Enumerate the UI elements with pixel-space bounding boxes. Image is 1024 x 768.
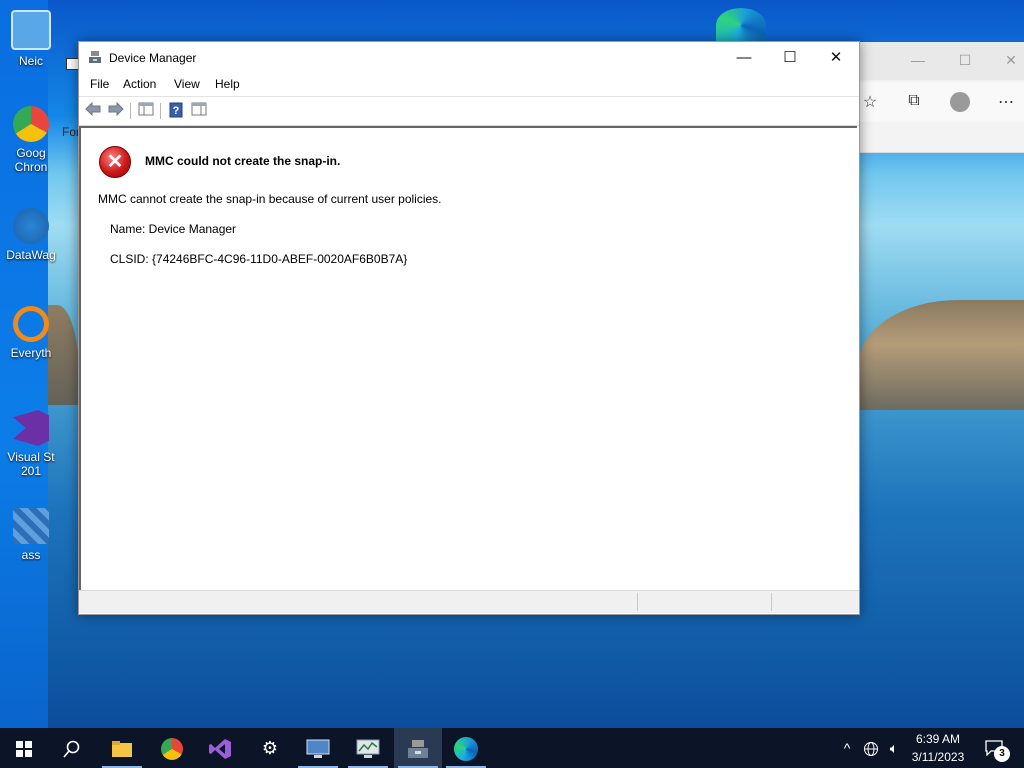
desktop-icon-chrome[interactable]: Goog Chron xyxy=(0,106,62,174)
edge-close-button[interactable]: ✕ xyxy=(996,52,1024,69)
menu-help[interactable]: Help xyxy=(215,77,240,91)
menu-view[interactable]: View xyxy=(174,77,200,91)
toolbar-separator xyxy=(130,103,131,119)
help-icon[interactable]: ? xyxy=(167,102,185,120)
status-bar-separator xyxy=(637,593,638,611)
error-snapin-name: Name: Device Manager xyxy=(110,222,237,236)
settings-icon[interactable]: ⚙ xyxy=(246,728,294,768)
favorites-icon[interactable]: ☆ xyxy=(858,92,882,112)
desktop-icon-visual-studio[interactable]: Visual St 201 xyxy=(0,410,62,478)
performance-monitor-icon[interactable] xyxy=(344,728,392,768)
taskbar: ⚙ ^ 🔈︎ 6:39 AM 3/11/2023 3 xyxy=(0,728,1024,768)
landscape-hill-right xyxy=(858,300,1024,410)
chrome-icon xyxy=(13,106,49,142)
desktop-icon-label: ass xyxy=(21,548,41,562)
everything-search-icon xyxy=(13,306,49,342)
clock-time: 6:39 AM xyxy=(915,732,961,746)
edge-maximize-button[interactable]: ☐ xyxy=(950,52,980,69)
forward-icon[interactable] xyxy=(107,101,125,120)
menu-file[interactable]: File xyxy=(90,77,109,91)
remote-desktop-icon[interactable] xyxy=(294,728,342,768)
device-manager-icon xyxy=(89,51,101,63)
desktop-icon-label: DataWag xyxy=(6,248,56,262)
desktop-icon-label: Goog Chron xyxy=(14,146,48,174)
chrome-icon[interactable] xyxy=(148,728,196,768)
error-icon: ✕ xyxy=(99,146,131,178)
edge-icon[interactable] xyxy=(442,728,490,768)
notification-count-badge: 3 xyxy=(994,746,1010,762)
edge-minimize-button[interactable]: — xyxy=(903,52,933,68)
action-pane-icon[interactable] xyxy=(190,102,208,120)
desktop-icon-datawag[interactable]: DataWag xyxy=(0,208,62,262)
visual-studio-icon xyxy=(13,410,49,446)
console-tree-icon[interactable] xyxy=(137,102,155,120)
device-manager-icon[interactable] xyxy=(394,728,442,768)
snap-in-error-panel: ✕ MMC could not create the snap-in. MMC … xyxy=(79,126,857,590)
device-manager-window: Device Manager — ☐ ✕ File Action View He… xyxy=(78,41,860,615)
clock-date: 3/11/2023 xyxy=(911,750,965,764)
datawag-icon xyxy=(13,208,49,244)
file-explorer-icon[interactable] xyxy=(98,728,146,768)
search-icon[interactable] xyxy=(48,728,96,768)
desktop-icon-label: Neic xyxy=(18,54,43,68)
profile-icon[interactable] xyxy=(948,92,972,112)
back-icon[interactable] xyxy=(84,101,102,120)
desktop-icon-label: Everyth xyxy=(10,346,52,360)
volume-icon[interactable]: 🔈︎ xyxy=(884,728,904,768)
maximize-button[interactable]: ☐ xyxy=(767,42,813,73)
menu-action[interactable]: Action xyxy=(123,77,156,91)
desktop-icon-everything[interactable]: Everyth xyxy=(0,306,62,360)
minimize-button[interactable]: — xyxy=(721,42,767,73)
status-bar xyxy=(79,590,859,613)
close-button[interactable]: ✕ xyxy=(813,42,859,73)
window-titlebar[interactable]: Device Manager — ☐ ✕ xyxy=(79,42,859,73)
desktop-icon-neic[interactable]: Neic xyxy=(0,10,62,68)
error-heading: MMC could not create the snap-in. xyxy=(145,154,341,168)
collections-icon[interactable]: ⧉ xyxy=(902,92,926,112)
desktop-icon-label: Visual St 201 xyxy=(7,450,55,478)
status-bar-separator xyxy=(771,593,772,611)
desktop-icon-ass[interactable]: ass xyxy=(0,508,62,562)
error-message: MMC cannot create the snap-in because of… xyxy=(98,192,442,206)
start-icon[interactable] xyxy=(0,728,48,768)
notification-center-icon[interactable]: 3 xyxy=(982,736,1010,762)
monitor-icon xyxy=(11,10,51,50)
clock[interactable]: 6:39 AM 3/11/2023 xyxy=(905,730,971,766)
toolbar-separator xyxy=(160,103,161,119)
toolbar: ? xyxy=(79,96,859,126)
svg-text:?: ? xyxy=(173,105,180,117)
more-icon[interactable]: ⋯ xyxy=(994,92,1018,112)
network-icon[interactable] xyxy=(860,728,882,768)
visual-studio-icon[interactable] xyxy=(196,728,244,768)
menu-bar: File Action View Help xyxy=(79,73,859,95)
window-title: Device Manager xyxy=(109,51,197,65)
chevron-up-icon[interactable]: ^ xyxy=(838,728,856,768)
edge-logo-icon xyxy=(716,8,766,42)
cube-icon xyxy=(13,508,49,544)
error-clsid: CLSID: {74246BFC-4C96-11D0-ABEF-0020AF6B… xyxy=(110,252,408,266)
